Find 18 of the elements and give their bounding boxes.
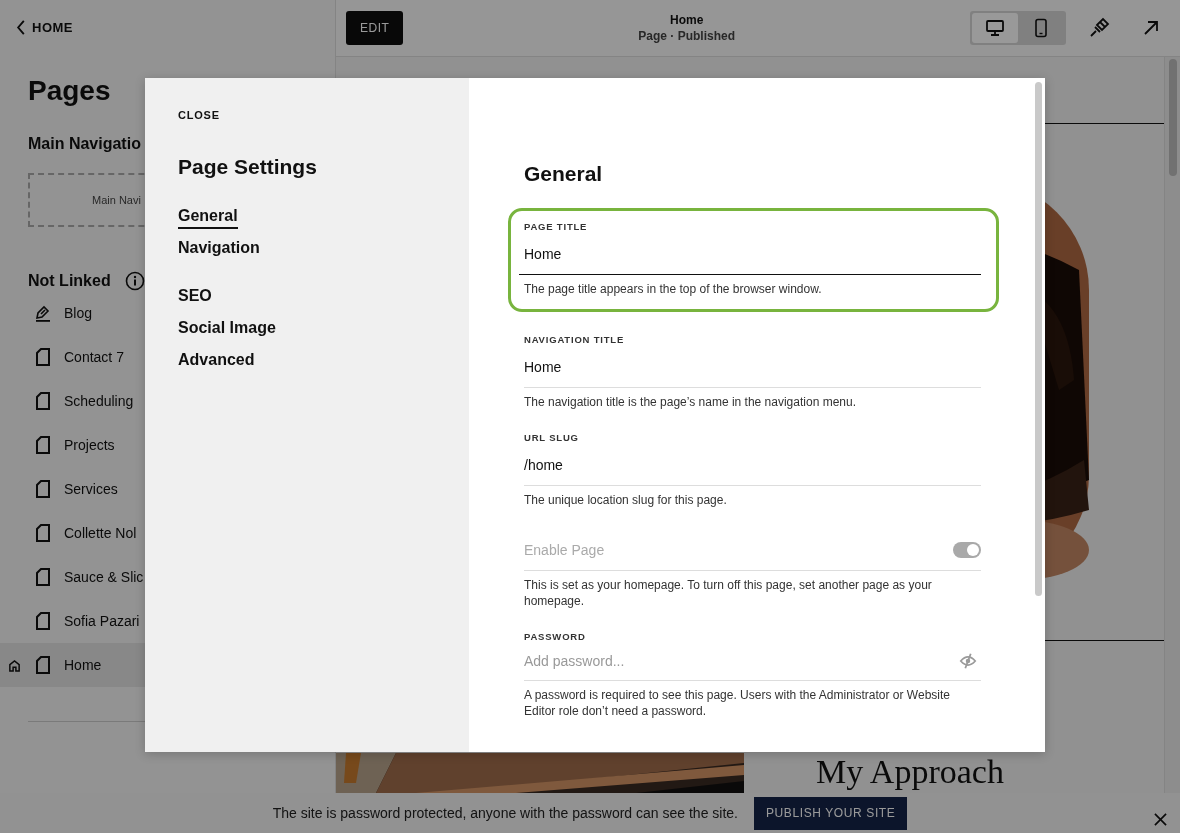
field-label: PASSWORD	[524, 631, 587, 642]
section-heading: Not Linked	[28, 272, 111, 290]
panel-title: Pages	[28, 75, 112, 107]
toggle-label: Enable Page	[524, 542, 605, 558]
field-label: URL SLUG	[524, 432, 580, 443]
page-title: Home	[669, 13, 705, 27]
section-title: General	[524, 162, 604, 186]
section-heading: My Approach	[816, 753, 1004, 791]
help-text: The navigation title is the page’s name in the navigation menu.	[524, 394, 857, 410]
page-status: Page · Published	[637, 29, 736, 43]
help-text: The page title appears in the top of the browser window.	[524, 281, 823, 297]
banner-message: The site is password protected, anyone with the password can see the site.	[272, 805, 738, 821]
field-label: PAGE TITLE	[524, 221, 589, 232]
help-text: A password is required to see this page. Users with the Administrator or Website Editor role don’t need a password.	[524, 687, 951, 719]
field-label: NAVIGATION TITLE	[524, 334, 626, 345]
help-text: The unique location slug for this page.	[524, 492, 728, 508]
section-heading: Main Navigatio	[28, 135, 142, 153]
help-text: This is set as your homepage. To turn off this page, set another page as your homepage.	[524, 577, 933, 609]
